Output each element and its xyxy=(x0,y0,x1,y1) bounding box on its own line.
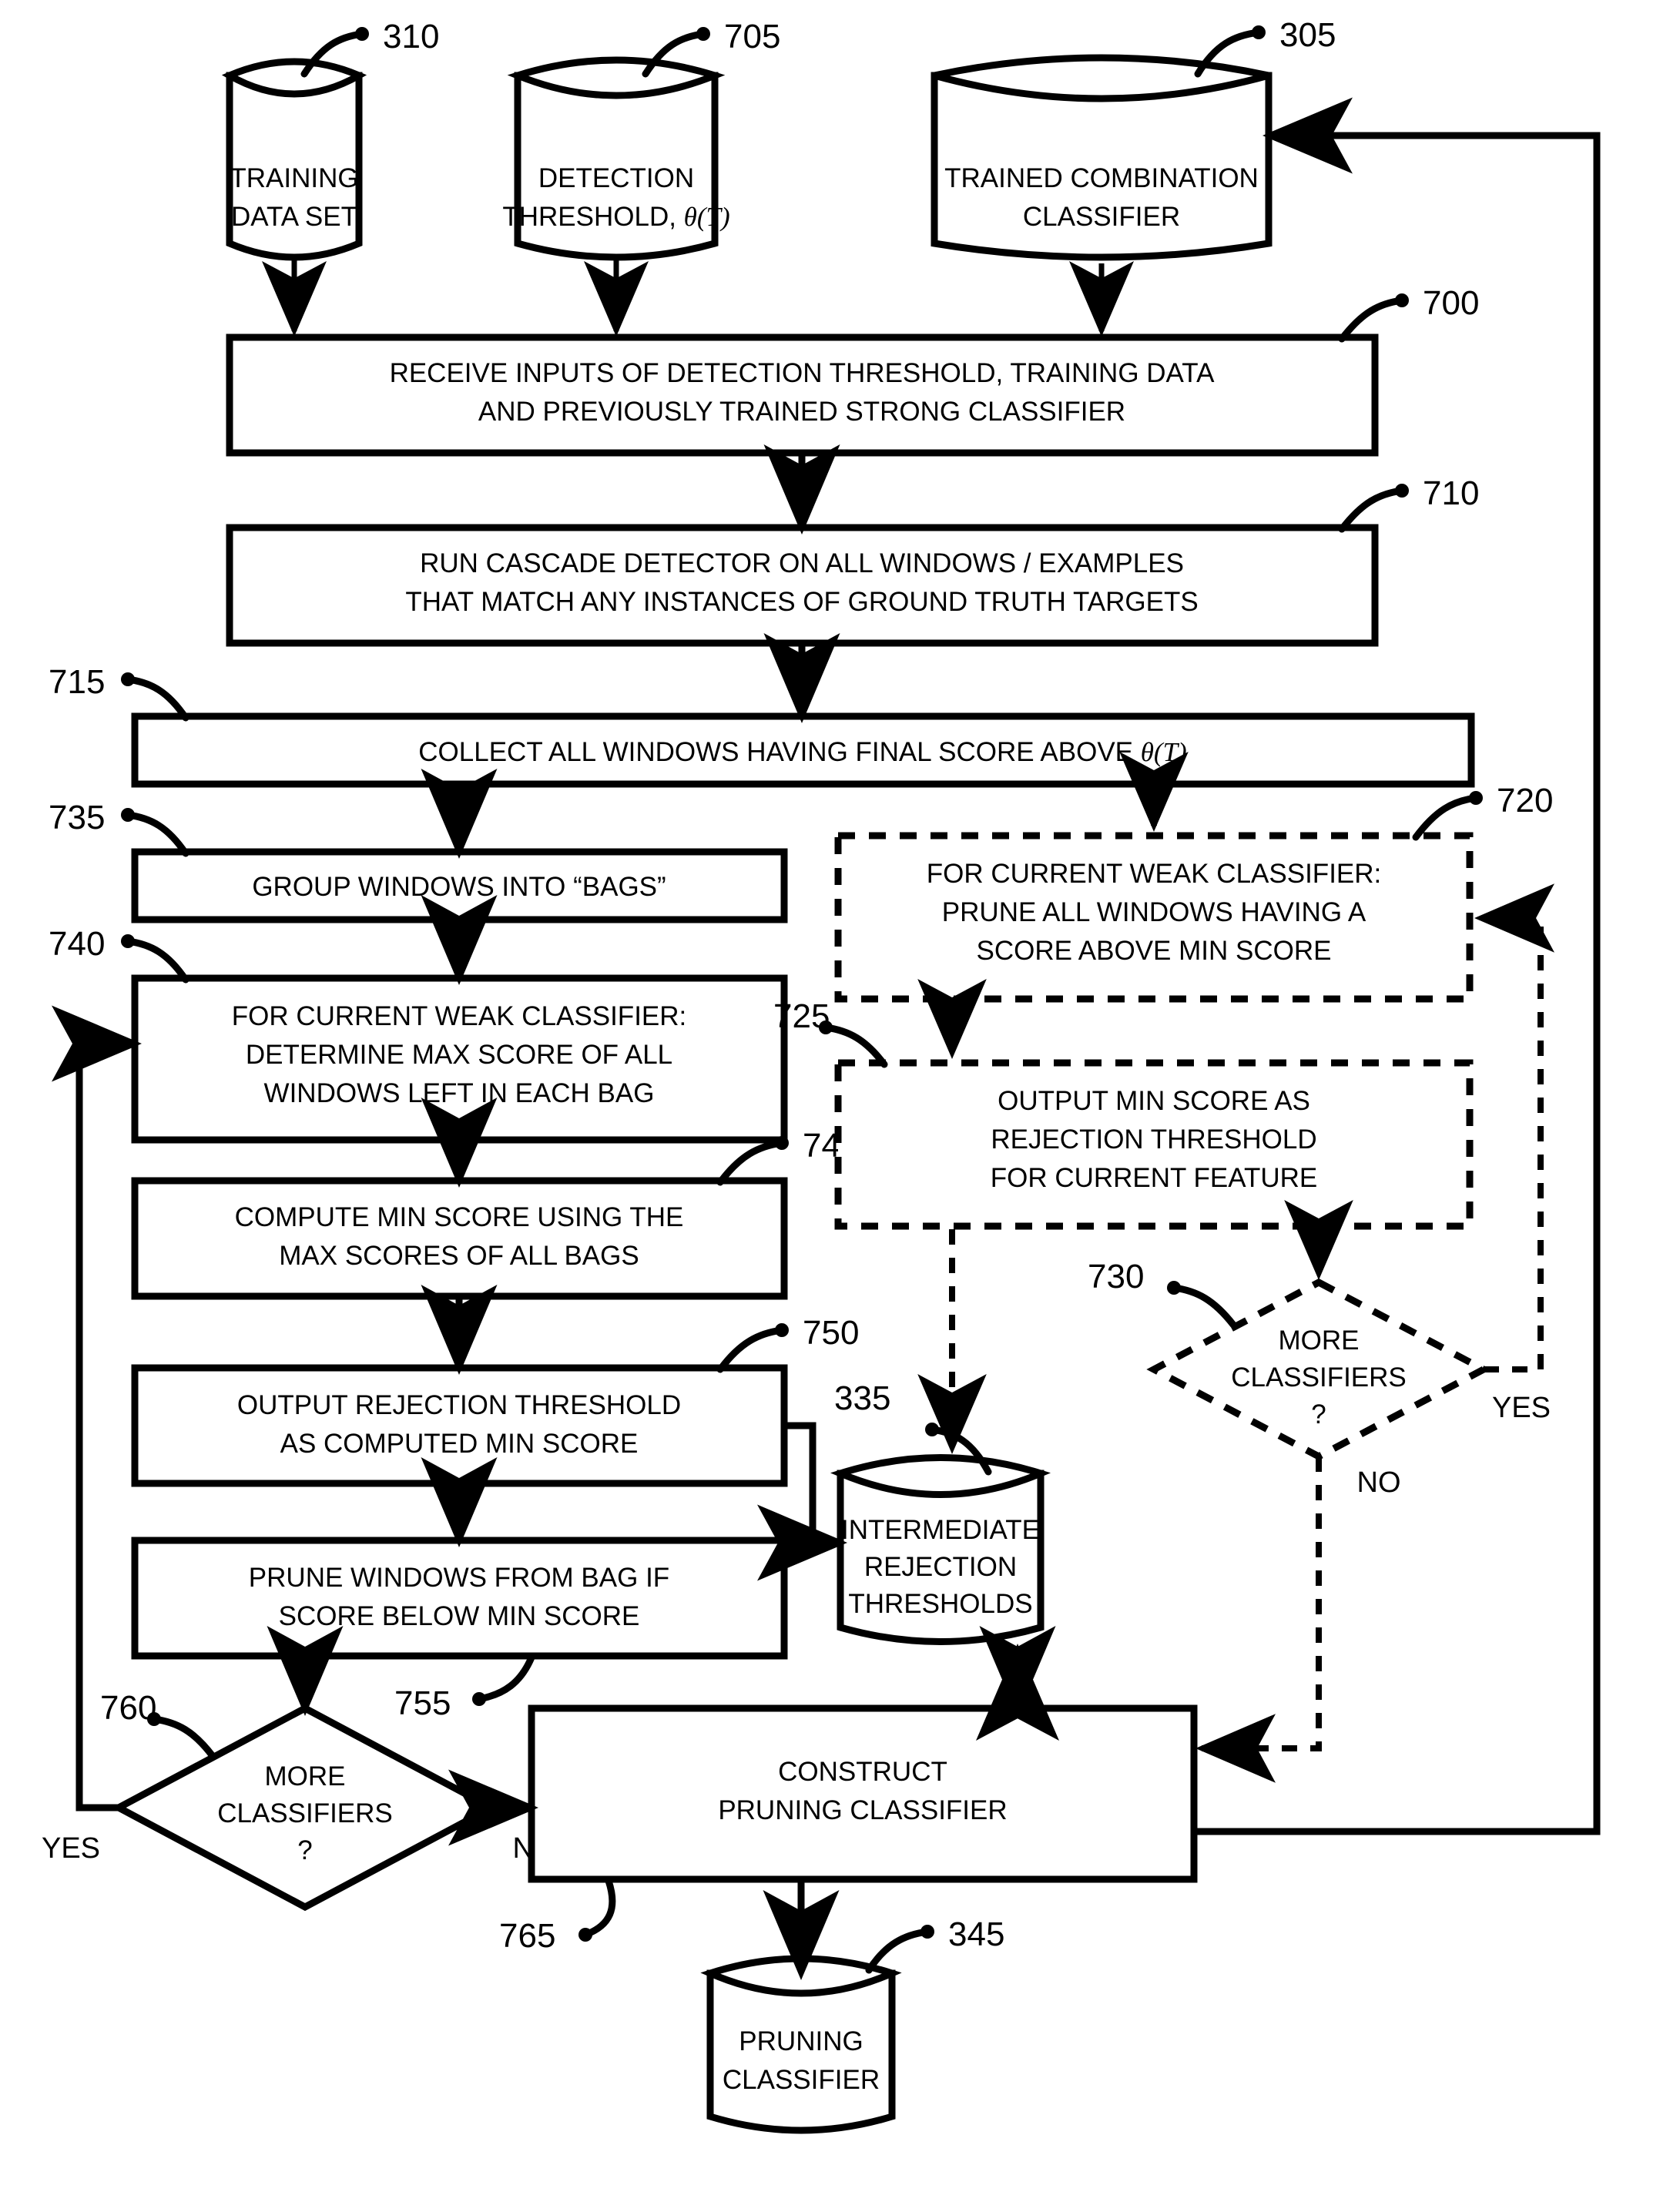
label-more-classifiers-right-line1: MORE xyxy=(1279,1326,1360,1356)
label-group-bags: GROUP WINDOWS INTO “BAGS” xyxy=(252,872,666,902)
ref-730: 730 xyxy=(1088,1258,1144,1295)
label-prune-above-min-line1: FOR CURRENT WEAK CLASSIFIER: xyxy=(927,859,1382,889)
branch-label-yes-right: YES xyxy=(1492,1392,1551,1424)
ref-715: 715 xyxy=(49,663,105,701)
ref-345: 345 xyxy=(948,1915,1004,1953)
label-intermediate-line2: REJECTION xyxy=(864,1552,1017,1582)
ref-305: 305 xyxy=(1279,16,1336,54)
label-more-classifiers-right-line2: CLASSIFIERS xyxy=(1231,1362,1407,1393)
ref-755: 755 xyxy=(394,1684,451,1722)
leader-700 xyxy=(1338,297,1406,343)
branch-label-no-right: NO xyxy=(1357,1466,1401,1499)
node-run-cascade-detector xyxy=(226,524,1379,647)
leader-735 xyxy=(124,811,189,857)
label-training-data-line2: DATA SET xyxy=(231,202,357,232)
label-pruning-classifier-line1: PRUNING xyxy=(739,2026,863,2056)
label-output-rejection-line1: OUTPUT REJECTION THRESHOLD xyxy=(237,1390,681,1420)
label-prune-windows-line2: SCORE BELOW MIN SCORE xyxy=(279,1601,640,1631)
label-compute-min-line1: COMPUTE MIN SCORE USING THE xyxy=(235,1202,684,1232)
leader-345 xyxy=(865,1928,931,1974)
label-intermediate-line3: THRESHOLDS xyxy=(848,1589,1032,1619)
label-intermediate-line1: INTERMEDIATE xyxy=(841,1515,1040,1545)
label-output-min-score-line1: OUTPUT MIN SCORE AS xyxy=(998,1086,1310,1116)
label-construct-pruning-line1: CONSTRUCT xyxy=(778,1757,947,1787)
node-prune-windows-from-bag xyxy=(131,1537,788,1660)
node-output-rejection-threshold xyxy=(131,1364,788,1487)
ref-750: 750 xyxy=(803,1314,859,1352)
label-more-classifiers-left-line3: ? xyxy=(297,1835,312,1865)
label-determine-max-line3: WINDOWS LEFT IN EACH BAG xyxy=(264,1078,655,1108)
label-pruning-classifier-line2: CLASSIFIER xyxy=(723,2065,880,2095)
label-determine-max-line2: DETERMINE MAX SCORE OF ALL xyxy=(246,1040,672,1070)
ref-335: 335 xyxy=(834,1379,890,1417)
ref-725: 725 xyxy=(773,997,830,1035)
ref-740: 740 xyxy=(49,925,105,963)
ref-720: 720 xyxy=(1497,782,1553,819)
label-detection-threshold-line1: DETECTION xyxy=(538,163,694,193)
node-construct-pruning-classifier xyxy=(528,1704,1198,1883)
ref-310: 310 xyxy=(383,18,439,55)
leader-745 xyxy=(716,1139,786,1186)
ref-765: 765 xyxy=(499,1917,555,1955)
label-receive-inputs-line1: RECEIVE INPUTS OF DETECTION THRESHOLD, T… xyxy=(390,358,1216,388)
connector-no-to-construct-dashed xyxy=(1195,1456,1322,1783)
leader-715 xyxy=(124,675,189,722)
leader-725 xyxy=(822,1024,888,1068)
ref-700: 700 xyxy=(1423,284,1479,322)
leader-760 xyxy=(150,1715,216,1760)
ref-760: 760 xyxy=(100,1689,156,1727)
label-output-rejection-line2: AS COMPUTED MIN SCORE xyxy=(280,1429,639,1459)
connector-output-to-intermediate xyxy=(757,1422,847,1581)
label-prune-windows-line1: PRUNE WINDOWS FROM BAG IF xyxy=(249,1563,669,1593)
label-detection-threshold-line2: THRESHOLD, θ(T) xyxy=(502,202,729,232)
leader-755 xyxy=(475,1654,535,1703)
label-training-data-line1: TRAINING xyxy=(230,163,358,193)
ref-705: 705 xyxy=(724,18,780,55)
label-output-min-score-line2: REJECTION THRESHOLD xyxy=(991,1124,1316,1155)
leader-720 xyxy=(1412,794,1480,841)
label-more-classifiers-left-line1: MORE xyxy=(265,1761,346,1791)
branch-label-yes-left: YES xyxy=(42,1832,100,1865)
label-prune-above-min-line2: PRUNE ALL WINDOWS HAVING A xyxy=(942,897,1366,927)
label-run-cascade-line1: RUN CASCADE DETECTOR ON ALL WINDOWS / EX… xyxy=(420,548,1184,578)
leader-750 xyxy=(716,1326,786,1373)
label-output-min-score-line3: FOR CURRENT FEATURE xyxy=(991,1163,1318,1193)
label-run-cascade-line2: THAT MATCH ANY INSTANCES OF GROUND TRUTH… xyxy=(405,587,1198,617)
leader-740 xyxy=(124,937,189,984)
node-compute-min-score xyxy=(131,1177,788,1300)
leader-710 xyxy=(1338,487,1406,533)
label-more-classifiers-right-line3: ? xyxy=(1311,1399,1326,1429)
leader-765 xyxy=(582,1877,616,1939)
label-construct-pruning-line2: PRUNING CLASSIFIER xyxy=(718,1795,1007,1825)
node-receive-inputs xyxy=(226,333,1379,457)
leader-730 xyxy=(1170,1284,1237,1329)
label-trained-combination-line2: CLASSIFIER xyxy=(1023,202,1180,232)
label-more-classifiers-left-line2: CLASSIFIERS xyxy=(217,1798,393,1828)
label-prune-above-min-line3: SCORE ABOVE MIN SCORE xyxy=(977,936,1332,966)
label-determine-max-line1: FOR CURRENT WEAK CLASSIFIER: xyxy=(232,1001,687,1031)
label-receive-inputs-line2: AND PREVIOUSLY TRAINED STRONG CLASSIFIER xyxy=(478,397,1125,427)
ref-735: 735 xyxy=(49,799,105,836)
connector-yes-loop-to-prune-above xyxy=(1474,883,1554,1372)
ref-710: 710 xyxy=(1423,474,1479,512)
label-collect-windows: COLLECT ALL WINDOWS HAVING FINAL SCORE A… xyxy=(418,737,1186,767)
patent-flowchart: 310 TRAINING DATA SET 705 DETECTION THRE… xyxy=(0,0,1680,2212)
label-compute-min-line2: MAX SCORES OF ALL BAGS xyxy=(279,1241,639,1271)
label-trained-combination-line1: TRAINED COMBINATION xyxy=(944,163,1259,193)
